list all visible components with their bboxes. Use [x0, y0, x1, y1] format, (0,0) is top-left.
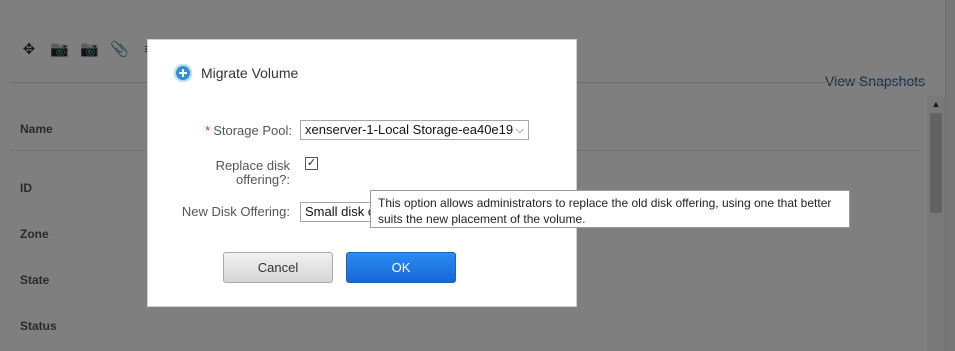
- replace-disk-offering-checkbox[interactable]: ✓: [305, 157, 318, 170]
- chevron-down-icon: ⌵: [515, 124, 524, 136]
- replace-disk-offering-label: Replace disk offering?:: [168, 159, 290, 187]
- storage-pool-label-text: Storage Pool:: [213, 123, 292, 138]
- replace-disk-offering-tooltip: This option allows administrators to rep…: [370, 190, 850, 228]
- replace-disk-offering-label-line2: offering?:: [236, 172, 290, 187]
- migrate-volume-dialog: Migrate Volume * Storage Pool: xenserver-…: [147, 39, 577, 307]
- storage-pool-label: * Storage Pool:: [168, 124, 292, 138]
- storage-pool-select[interactable]: xenserver-1-Local Storage-ea40e19 ⌵: [300, 120, 529, 140]
- replace-disk-offering-label-line1: Replace disk: [215, 158, 290, 173]
- ok-button[interactable]: OK: [346, 252, 456, 283]
- dialog-title: Migrate Volume: [201, 65, 299, 81]
- storage-pool-value: xenserver-1-Local Storage-ea40e19: [305, 122, 514, 137]
- new-disk-offering-label: New Disk Offering:: [181, 204, 290, 219]
- cancel-button[interactable]: Cancel: [223, 252, 333, 283]
- required-marker: *: [205, 123, 211, 138]
- migrate-plus-icon: [174, 64, 192, 82]
